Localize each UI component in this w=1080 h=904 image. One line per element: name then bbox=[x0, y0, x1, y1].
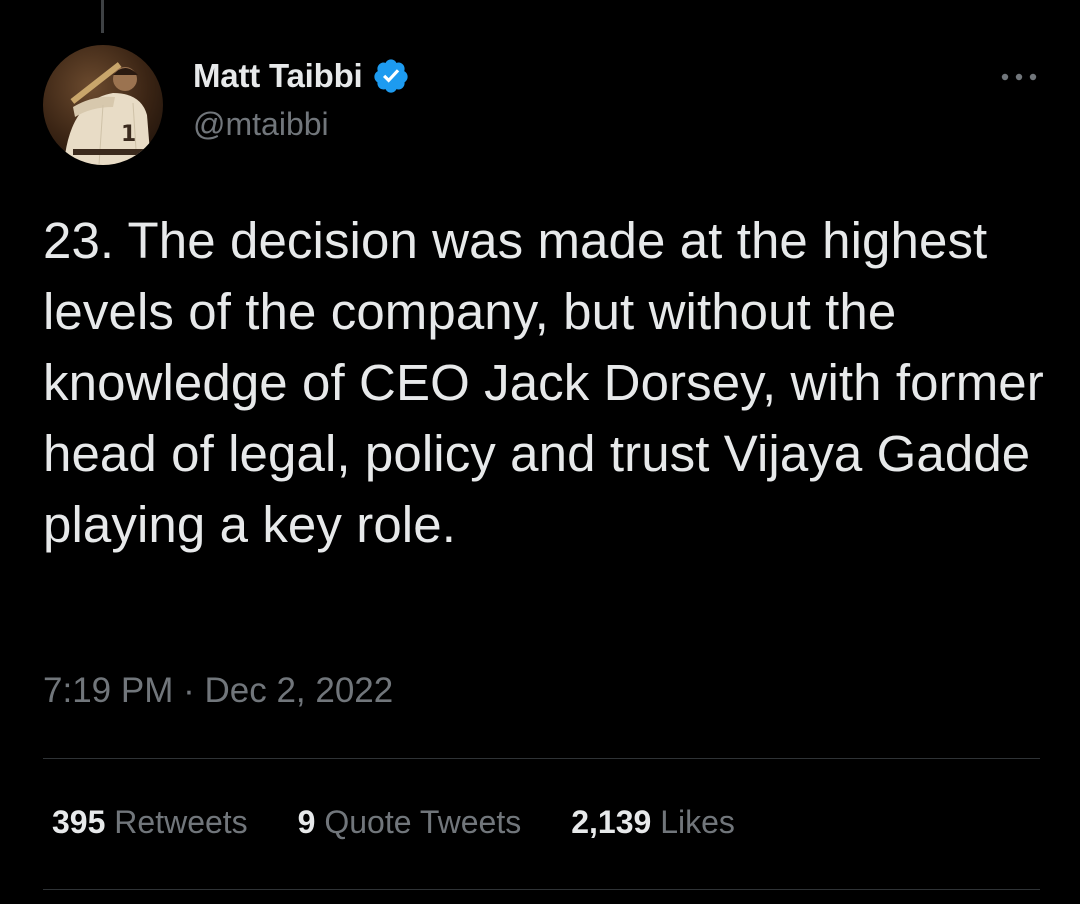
tweet-text: 23. The decision was made at the highest… bbox=[43, 212, 1044, 553]
avatar[interactable]: 1 bbox=[43, 45, 163, 165]
verified-badge-icon bbox=[372, 57, 410, 95]
tweet-timestamp: 7:19 PM · Dec 2, 2022 bbox=[43, 671, 393, 711]
likes-label: Likes bbox=[660, 804, 735, 840]
quote-tweets-label: Quote Tweets bbox=[324, 804, 522, 840]
likes-stat[interactable]: 2,139 Likes bbox=[571, 804, 735, 841]
quote-tweets-stat[interactable]: 9 Quote Tweets bbox=[298, 804, 522, 841]
likes-count: 2,139 bbox=[571, 804, 652, 840]
author-block: Matt Taibbi @mtaibbi bbox=[193, 54, 410, 143]
author-name-row: Matt Taibbi bbox=[193, 54, 410, 98]
retweets-label: Retweets bbox=[114, 804, 248, 840]
quote-tweets-count: 9 bbox=[297, 804, 316, 840]
tweet-time[interactable]: 7:19 PM bbox=[43, 671, 173, 710]
retweets-stat[interactable]: 395 Retweets bbox=[52, 804, 248, 841]
timestamp-separator: · bbox=[183, 671, 195, 710]
more-options-button[interactable] bbox=[996, 62, 1042, 92]
author-display-name[interactable]: Matt Taibbi bbox=[193, 57, 363, 95]
avatar-image: 1 bbox=[43, 45, 163, 165]
more-horizontal-icon bbox=[1001, 73, 1037, 81]
tweet-date[interactable]: Dec 2, 2022 bbox=[204, 671, 393, 710]
engagement-stats: 395 Retweets 9 Quote Tweets 2,139 Likes bbox=[52, 804, 785, 841]
divider-bottom bbox=[43, 889, 1040, 890]
retweets-count: 395 bbox=[52, 804, 106, 840]
thread-connector-line bbox=[101, 0, 104, 33]
divider-top bbox=[43, 758, 1040, 759]
author-handle[interactable]: @mtaibbi bbox=[193, 106, 410, 143]
